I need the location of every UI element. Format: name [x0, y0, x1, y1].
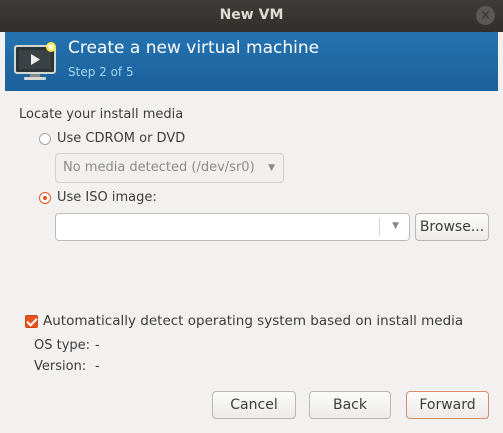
auto-detect-checkbox[interactable] [25, 315, 38, 328]
install-media-heading: Locate your install media [19, 107, 184, 122]
version-value: - [95, 359, 100, 374]
cancel-button[interactable]: Cancel [212, 391, 296, 419]
title-bar[interactable]: New VM × [0, 0, 503, 32]
forward-button[interactable]: Forward [406, 391, 489, 419]
close-icon[interactable]: × [476, 6, 495, 25]
header-banner: Create a new virtual machine Step 2 of 5 [5, 32, 498, 91]
cdrom-radio[interactable] [39, 133, 51, 145]
header-title: Create a new virtual machine [68, 38, 320, 58]
window-title: New VM [219, 7, 284, 23]
iso-label[interactable]: Use ISO image: [57, 190, 157, 205]
browse-button[interactable]: Browse... [415, 213, 489, 241]
os-type-value: - [95, 338, 100, 353]
back-button[interactable]: Back [309, 391, 391, 419]
iso-path-combo[interactable]: ▼ [55, 213, 410, 241]
cdrom-label[interactable]: Use CDROM or DVD [57, 131, 185, 146]
chevron-down-icon[interactable]: ▼ [392, 221, 399, 231]
combo-divider [379, 218, 380, 236]
monitor-icon [14, 42, 56, 80]
step-indicator: Step 2 of 5 [68, 65, 134, 79]
iso-path-input[interactable] [60, 215, 384, 241]
os-type-label: OS type: [34, 338, 91, 353]
version-label: Version: [34, 359, 87, 374]
new-vm-dialog: New VM × Create a new virtual machine St… [0, 0, 503, 433]
cdrom-media-value: No media detected (/dev/sr0) [63, 160, 255, 175]
auto-detect-label[interactable]: Automatically detect operating system ba… [43, 313, 463, 329]
iso-radio[interactable] [39, 192, 51, 204]
chevron-down-icon: ▼ [268, 163, 275, 173]
cdrom-media-combo: No media detected (/dev/sr0) ▼ [55, 153, 284, 183]
